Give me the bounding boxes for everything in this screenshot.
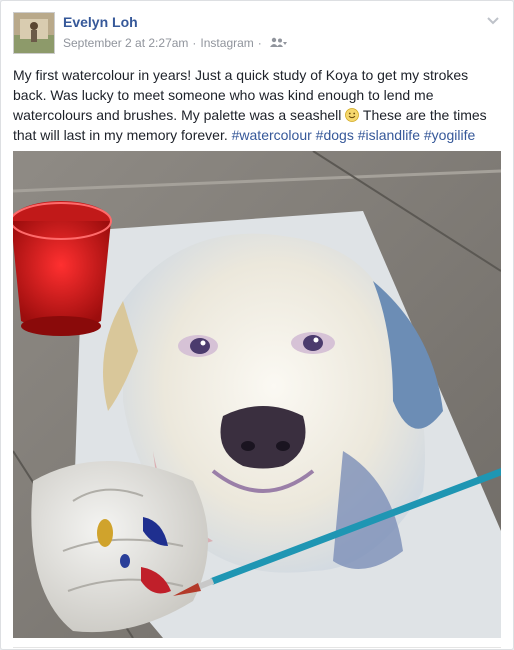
hashtag-dogs[interactable]: #dogs <box>316 127 354 143</box>
chevron-down-icon[interactable] <box>485 13 501 29</box>
post-date[interactable]: September 2 at 2:27am <box>63 36 188 50</box>
meta-separator: · <box>192 36 197 50</box>
post-card: Evelyn Loh September 2 at 2:27am · Insta… <box>0 0 514 650</box>
smile-emoji <box>345 107 360 122</box>
author-name[interactable]: Evelyn Loh <box>63 14 138 30</box>
meta-separator: · <box>257 36 262 50</box>
hashtag-yogilife[interactable]: #yogilife <box>424 127 475 143</box>
hashtag-islandlife[interactable]: #islandlife <box>358 127 420 143</box>
post-text: My first watercolour in years! Just a qu… <box>13 65 503 145</box>
post-meta: September 2 at 2:27am · Instagram · <box>63 36 287 50</box>
avatar[interactable] <box>13 12 55 54</box>
post-source[interactable]: Instagram <box>200 36 253 50</box>
friends-icon[interactable] <box>269 37 287 49</box>
post-photo[interactable] <box>13 151 501 638</box>
divider <box>13 647 501 648</box>
hashtag-watercolour[interactable]: #watercolour <box>232 127 312 143</box>
